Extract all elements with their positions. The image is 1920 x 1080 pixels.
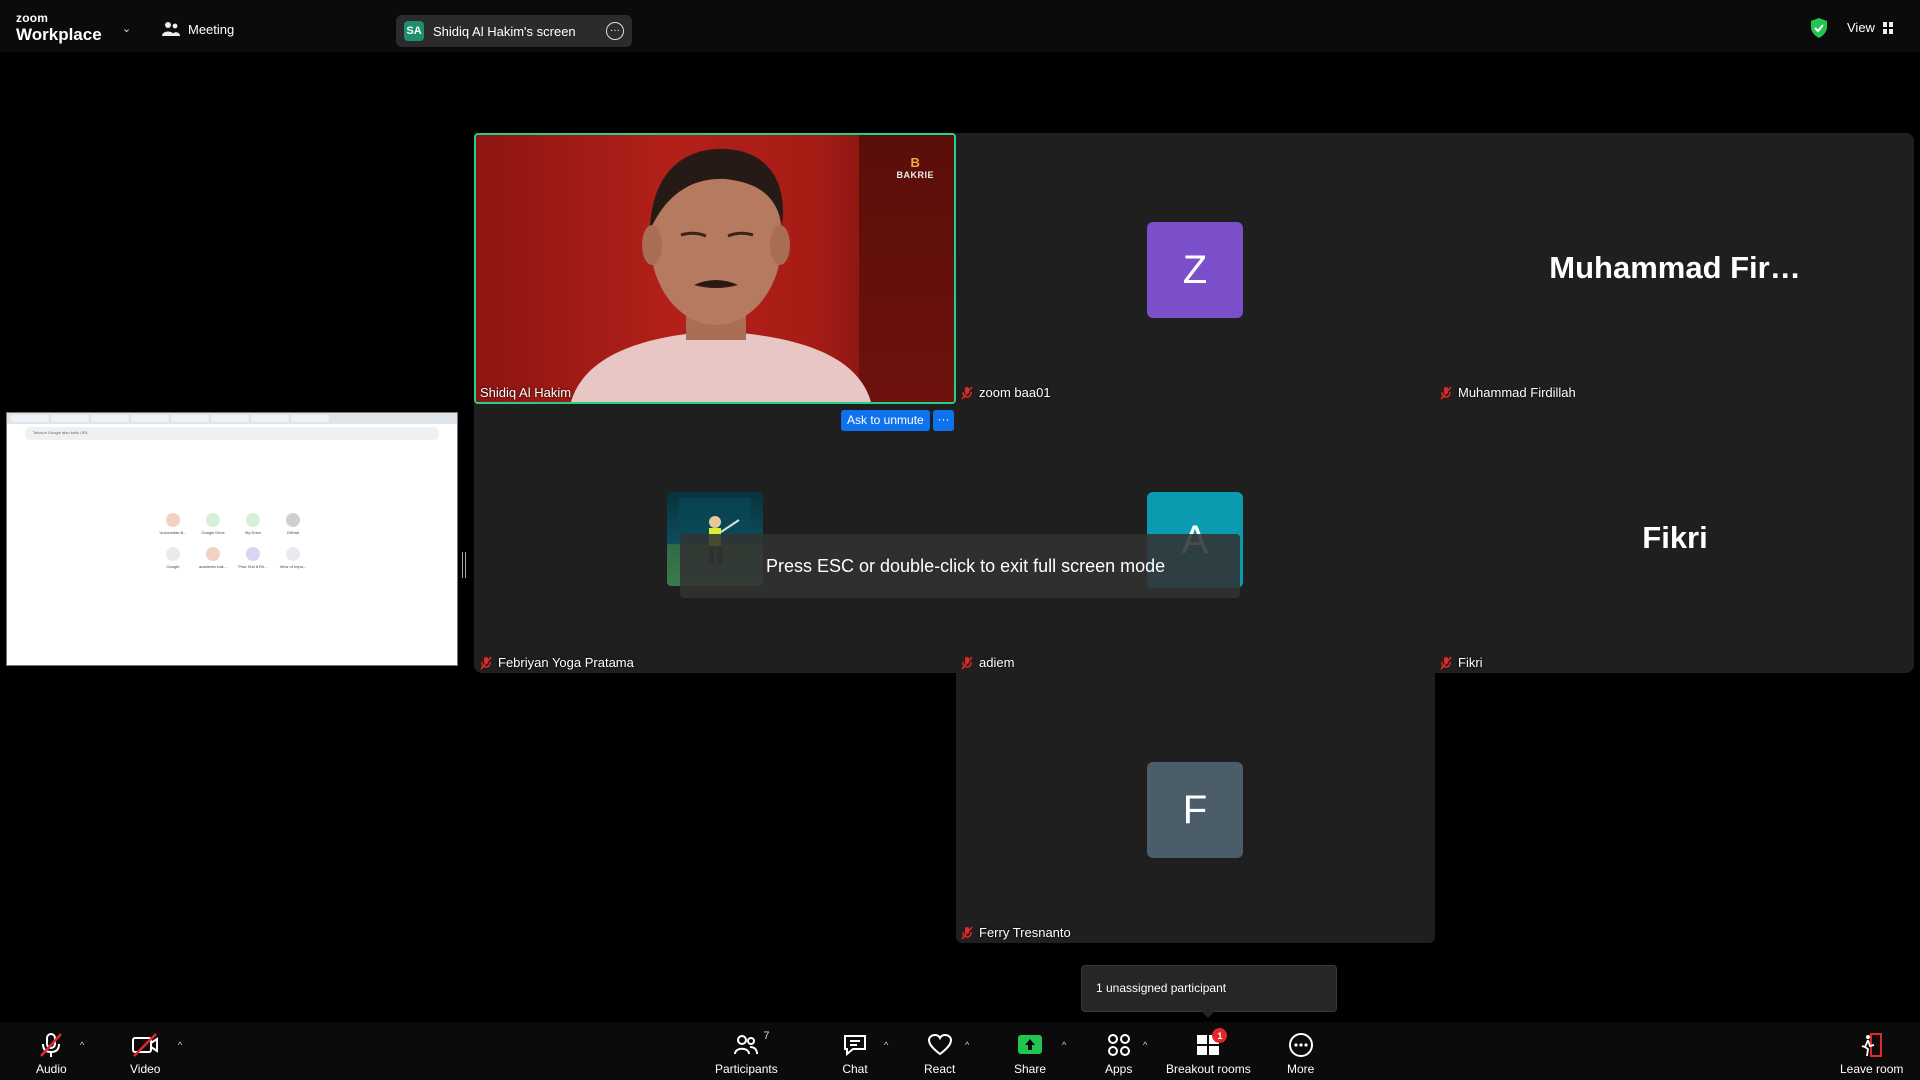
mic-off-icon (480, 655, 492, 670)
ask-more-button[interactable]: ··· (933, 410, 954, 431)
mic-off-icon (1440, 655, 1452, 670)
share-screen-icon (1018, 1035, 1043, 1054)
browser-tabs (7, 413, 457, 424)
participant-name-fikri: Fikri (1440, 655, 1483, 670)
chat-options-caret[interactable]: ^ (884, 1040, 888, 1050)
share-button[interactable]: Share (1014, 1032, 1046, 1076)
participant-name-adiem: adiem (961, 655, 1014, 670)
participant-video (571, 148, 871, 402)
react-button[interactable]: React (924, 1032, 955, 1076)
grid-view-icon (1882, 21, 1893, 34)
meeting-toolbar: Audio ^ Video ^ 7 Participants Chat ^ Re… (0, 1022, 1920, 1080)
shortcut-item: My Drive (233, 513, 273, 535)
video-options-caret[interactable]: ^ (178, 1040, 182, 1050)
share-options-caret[interactable]: ^ (1062, 1040, 1066, 1050)
shortcut-item: Google (153, 547, 193, 569)
address-bar: Telusuri Google atau ketik URL (25, 427, 439, 440)
participant-name-zoom: zoom baa01 (961, 385, 1051, 400)
mic-off-icon (961, 925, 973, 940)
meeting-label: Meeting (188, 21, 235, 37)
audio-options-caret[interactable]: ^ (80, 1040, 84, 1050)
fullscreen-toast: Press ESC or double-click to exit full s… (680, 534, 1240, 598)
participants-button[interactable]: 7 Participants (715, 1030, 778, 1076)
shortcut-item: GitHub (273, 513, 313, 535)
logo-large-text: Workplace (16, 25, 102, 44)
avatar: F (1147, 762, 1243, 858)
chevron-down-icon[interactable]: ⌄ (122, 22, 131, 35)
participant-tile-shidiq[interactable]: B BAKRIE Shidiq Al Hakim (474, 133, 956, 404)
chat-button[interactable]: Chat (842, 1032, 868, 1076)
leave-room-button[interactable]: Leave room (1840, 1032, 1903, 1076)
apps-options-caret[interactable]: ^ (1143, 1040, 1147, 1050)
shortcut-item: Google Drive (193, 513, 233, 535)
tooltip-arrow (1201, 1011, 1215, 1018)
leave-door-icon (1861, 1033, 1882, 1057)
split-view-handle[interactable] (462, 552, 466, 578)
zoom-workplace-logo[interactable]: zoom Workplace (16, 12, 102, 43)
shortcut-grid: Universitas B... Google Drive My Drive G… (153, 513, 313, 569)
more-options-icon[interactable]: ··· (606, 22, 624, 40)
apps-button[interactable]: Apps (1105, 1032, 1132, 1076)
avatar: Z (1147, 222, 1243, 318)
participant-display-name: Muhammad Fir… (1549, 250, 1801, 285)
video-button[interactable]: Video (130, 1032, 160, 1076)
apps-icon (1107, 1034, 1130, 1056)
participants-icon (734, 1035, 759, 1055)
mic-off-icon (961, 655, 973, 670)
more-button[interactable]: More (1287, 1032, 1314, 1076)
audio-button[interactable]: Audio (36, 1032, 67, 1076)
shortcut-item: academic.bak... (193, 547, 233, 569)
participant-display-name: Fikri (1642, 520, 1708, 555)
chat-icon (844, 1035, 866, 1057)
sharer-avatar: SA (404, 21, 424, 41)
top-bar: zoom Workplace ⌄ Meeting SA Shidiq Al Ha… (0, 0, 1920, 52)
mic-off-icon (961, 385, 973, 400)
mic-off-icon (1440, 385, 1452, 400)
notification-badge: 1 (1212, 1028, 1228, 1043)
people-icon (162, 22, 180, 36)
unassigned-participant-tooltip: 1 unassigned participant (1081, 965, 1337, 1012)
shortcut-item: Universitas B... (153, 513, 193, 535)
screen-share-pill[interactable]: SA Shidiq Al Hakim's screen ··· (396, 15, 632, 47)
mic-muted-icon (40, 1033, 63, 1057)
breakout-rooms-button[interactable]: 1 Breakout rooms (1166, 1028, 1251, 1076)
logo-small-text: zoom (16, 11, 49, 25)
shield-check-icon[interactable] (1810, 18, 1828, 38)
heart-icon (927, 1033, 952, 1056)
view-button[interactable]: View (1847, 20, 1893, 35)
participant-name-febriyan: Febriyan Yoga Pratama (480, 655, 634, 670)
participant-name-firdillah: Muhammad Firdillah (1440, 385, 1576, 400)
ask-to-unmute-button[interactable]: Ask to unmute (841, 410, 930, 431)
more-icon (1288, 1033, 1313, 1057)
view-label: View (1847, 20, 1875, 35)
meeting-menu[interactable]: Meeting (162, 21, 234, 37)
screen-share-label: Shidiq Al Hakim's screen (433, 23, 576, 39)
participant-count: 7 (763, 1030, 770, 1042)
react-options-caret[interactable]: ^ (965, 1040, 969, 1050)
video-off-icon (132, 1033, 159, 1057)
participant-name: Shidiq Al Hakim (480, 385, 572, 400)
participant-name-ferry: Ferry Tresnanto (961, 925, 1071, 940)
shortcut-item: Post Test 8 Re... (233, 547, 273, 569)
shortcut-item: View of Impa... (273, 547, 313, 569)
shared-screen-thumbnail[interactable]: Telusuri Google atau ketik URL Universit… (6, 412, 458, 666)
